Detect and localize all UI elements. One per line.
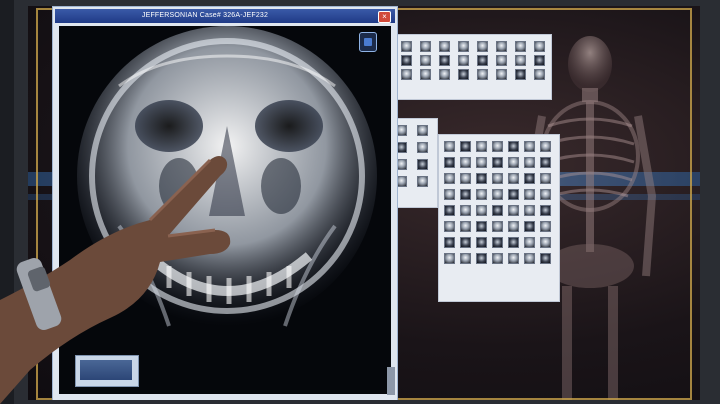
thumbnail[interactable]: [534, 41, 545, 52]
thumbnail[interactable]: [492, 173, 503, 184]
thumbnail[interactable]: [420, 41, 431, 52]
thumbnail[interactable]: [492, 237, 503, 248]
thumbnail-grid: [401, 41, 550, 80]
thumbnail[interactable]: [508, 221, 519, 232]
thumbnail[interactable]: [458, 55, 469, 66]
thumbnail[interactable]: [460, 237, 471, 248]
thumbnail[interactable]: [524, 157, 535, 168]
thumbnail[interactable]: [492, 189, 503, 200]
thumbnail[interactable]: [444, 221, 455, 232]
thumbnail[interactable]: [401, 69, 412, 80]
thumbnail-grid: [396, 125, 434, 187]
thumbnail[interactable]: [534, 55, 545, 66]
thumbnail[interactable]: [439, 55, 450, 66]
thumbnail[interactable]: [439, 41, 450, 52]
thumbnail[interactable]: [417, 125, 428, 136]
thumbnail[interactable]: [540, 157, 551, 168]
thumbnail[interactable]: [444, 189, 455, 200]
thumbnail[interactable]: [492, 141, 503, 152]
thumbnail[interactable]: [460, 205, 471, 216]
thumbnail[interactable]: [524, 141, 535, 152]
thumbnail[interactable]: [460, 157, 471, 168]
close-icon[interactable]: ×: [378, 11, 391, 23]
thumbnail[interactable]: [477, 55, 488, 66]
thumbnail[interactable]: [460, 221, 471, 232]
thumbnail[interactable]: [524, 173, 535, 184]
thumbnail[interactable]: [540, 189, 551, 200]
thumbnail[interactable]: [515, 69, 526, 80]
thumbnail[interactable]: [460, 189, 471, 200]
thumbnail[interactable]: [444, 157, 455, 168]
thumbnail[interactable]: [460, 253, 471, 264]
thumbnail[interactable]: [492, 157, 503, 168]
thumbnail[interactable]: [417, 159, 428, 170]
thumbnail[interactable]: [540, 141, 551, 152]
thumbnail[interactable]: [540, 205, 551, 216]
thumbnail[interactable]: [420, 55, 431, 66]
thumbnail[interactable]: [492, 205, 503, 216]
window-titlebar[interactable]: JEFFERSONIAN Case# 326A-JEF232 ×: [55, 9, 395, 23]
thumbnail[interactable]: [476, 205, 487, 216]
thumbnail[interactable]: [540, 221, 551, 232]
thumbnail[interactable]: [540, 173, 551, 184]
thumbnail[interactable]: [476, 157, 487, 168]
thumbnail[interactable]: [508, 141, 519, 152]
thumbnail[interactable]: [508, 205, 519, 216]
thumbnail[interactable]: [540, 253, 551, 264]
thumbnail[interactable]: [492, 253, 503, 264]
thumbnail[interactable]: [476, 221, 487, 232]
thumbnail[interactable]: [458, 41, 469, 52]
thumbnail[interactable]: [476, 237, 487, 248]
pointing-hand: [0, 156, 231, 404]
thumbnail[interactable]: [444, 205, 455, 216]
thumbnail[interactable]: [444, 253, 455, 264]
thumbnail[interactable]: [508, 189, 519, 200]
thumbnail[interactable]: [540, 237, 551, 248]
thumbnail[interactable]: [476, 141, 487, 152]
image-browser-panel-main[interactable]: [438, 134, 560, 302]
thumbnail[interactable]: [508, 173, 519, 184]
image-browser-panel-top[interactable]: [394, 34, 552, 100]
thumbnail[interactable]: [476, 189, 487, 200]
thumbnail[interactable]: [460, 141, 471, 152]
thumbnail[interactable]: [524, 221, 535, 232]
thumbnail[interactable]: [417, 176, 428, 187]
thumbnail[interactable]: [401, 41, 412, 52]
thumbnail[interactable]: [524, 189, 535, 200]
thumbnail[interactable]: [524, 205, 535, 216]
thumbnail[interactable]: [476, 253, 487, 264]
thumbnail[interactable]: [444, 237, 455, 248]
thumbnail[interactable]: [477, 41, 488, 52]
window-toggle-icon[interactable]: [359, 32, 377, 52]
thumbnail[interactable]: [476, 173, 487, 184]
thumbnail[interactable]: [458, 69, 469, 80]
thumbnail-grid: [444, 141, 554, 264]
thumbnail[interactable]: [496, 55, 507, 66]
thumbnail[interactable]: [401, 55, 412, 66]
thumbnail[interactable]: [420, 69, 431, 80]
thumbnail[interactable]: [439, 69, 450, 80]
thumbnail[interactable]: [508, 237, 519, 248]
thumbnail[interactable]: [444, 141, 455, 152]
window-title: JEFFERSONIAN Case# 326A-JEF232: [141, 12, 269, 19]
thumbnail[interactable]: [508, 157, 519, 168]
thumbnail[interactable]: [477, 69, 488, 80]
thumbnail[interactable]: [496, 69, 507, 80]
thumbnail[interactable]: [524, 253, 535, 264]
thumbnail[interactable]: [417, 142, 428, 153]
thumbnail[interactable]: [515, 55, 526, 66]
thumbnail[interactable]: [515, 41, 526, 52]
scrollbar[interactable]: [387, 367, 395, 395]
thumbnail[interactable]: [508, 253, 519, 264]
thumbnail[interactable]: [496, 41, 507, 52]
thumbnail[interactable]: [460, 173, 471, 184]
thumbnail[interactable]: [444, 173, 455, 184]
thumbnail[interactable]: [524, 237, 535, 248]
thumbnail[interactable]: [534, 69, 545, 80]
thumbnail[interactable]: [492, 221, 503, 232]
